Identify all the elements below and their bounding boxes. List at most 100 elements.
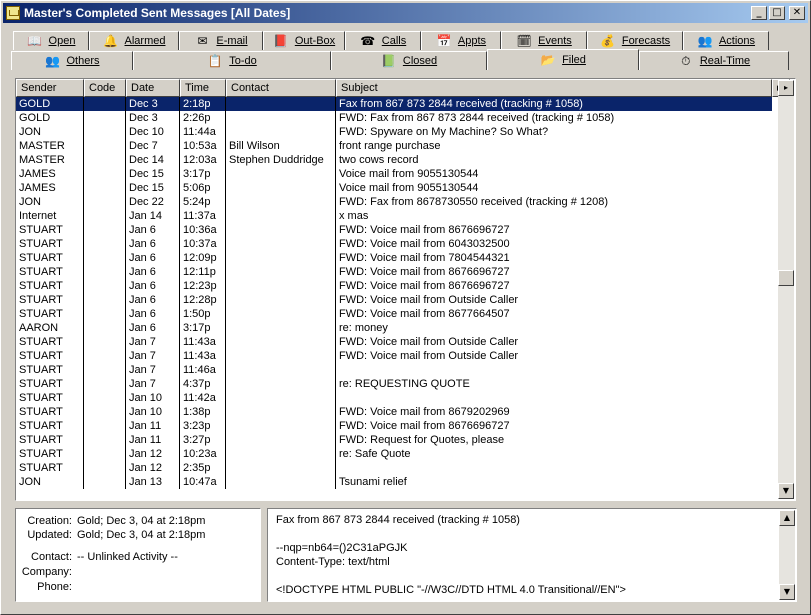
body-scroll-down-button[interactable]: ▼ xyxy=(779,584,795,600)
tab-forecasts[interactable]: 💰 Forecasts xyxy=(587,31,683,50)
tab-closed[interactable]: 📗 Closed xyxy=(331,51,487,70)
table-row[interactable]: GOLD Dec 3 2:26p FWD: Fax from 867 873 2844… xyxy=(16,111,776,125)
cell-date: Jan 7 xyxy=(126,335,180,349)
cell-time: 10:53a xyxy=(180,139,226,153)
table-row[interactable]: STUART Jan 10 11:42a xyxy=(16,391,776,405)
scroll-thumb[interactable] xyxy=(778,270,794,286)
tab-calls[interactable]: ☎ Calls xyxy=(345,31,421,50)
cell-code xyxy=(84,251,126,265)
column-header-subject[interactable]: Subject xyxy=(336,79,772,97)
column-header-date[interactable]: Date xyxy=(126,79,180,97)
table-row[interactable]: STUART Jan 6 12:23p FWD: Voice mail from 86… xyxy=(16,279,776,293)
tab-label: Events xyxy=(538,35,572,47)
title-bar[interactable]: Master's Completed Sent Messages [All Da… xyxy=(3,3,808,23)
table-row[interactable]: JON Dec 10 11:44a FWD: Spyware on My Machin… xyxy=(16,125,776,139)
minimize-button[interactable]: _ xyxy=(751,6,767,20)
tab-open[interactable]: 📖 Open xyxy=(13,31,89,50)
cell-contact xyxy=(226,209,336,223)
table-row[interactable]: STUART Jan 6 10:36a FWD: Voice mail from 86… xyxy=(16,223,776,237)
table-row[interactable]: STUART Jan 12 10:23a re: Safe Quote xyxy=(16,447,776,461)
table-row[interactable]: STUART Jan 6 12:28p FWD: Voice mail from Ou… xyxy=(16,293,776,307)
cell-date: Dec 7 xyxy=(126,139,180,153)
cell-sender: STUART xyxy=(16,405,84,419)
clock-icon: ⏱ xyxy=(681,54,691,68)
contact-value[interactable]: -- Unlinked Activity -- xyxy=(77,551,178,563)
tab-to-do[interactable]: 📋 To-do xyxy=(133,51,331,70)
table-row[interactable]: STUART Jan 12 2:35p xyxy=(16,461,776,475)
window-title: Master's Completed Sent Messages [All Da… xyxy=(24,6,291,20)
cell-code xyxy=(84,125,126,139)
cell-subject: re: REQUESTING QUOTE xyxy=(339,378,470,390)
cell-time: 12:23p xyxy=(180,279,226,293)
table-row[interactable]: STUART Jan 6 12:11p FWD: Voice mail from 86… xyxy=(16,265,776,279)
cell-contact xyxy=(226,181,336,195)
table-row[interactable]: STUART Jan 6 10:37a FWD: Voice mail from 60… xyxy=(16,237,776,251)
cell-subject: FWD: Voice mail from 6043032500 xyxy=(339,238,510,250)
cell-contact xyxy=(226,335,336,349)
body-scroll-up-button[interactable]: ▲ xyxy=(779,510,795,526)
column-header-code[interactable]: Code xyxy=(84,79,126,97)
message-body-panel[interactable]: Fax from 867 873 2844 received (tracking… xyxy=(267,508,797,602)
cell-subject: FWD: Voice mail from 8676696727 xyxy=(339,420,510,432)
cell-sender: Internet xyxy=(16,209,84,223)
table-row[interactable]: STUART Jan 11 3:23p FWD: Voice mail from 86… xyxy=(16,419,776,433)
cell-contact xyxy=(226,349,336,363)
table-row[interactable]: STUART Jan 10 1:38p FWD: Voice mail from 86… xyxy=(16,405,776,419)
table-row[interactable]: JON Dec 22 5:24p FWD: Fax from 8678730550 r… xyxy=(16,195,776,209)
cell-code xyxy=(84,279,126,293)
cell-code xyxy=(84,475,126,489)
tab-out-box[interactable]: 📕 Out-Box xyxy=(263,31,345,50)
tab-e-mail[interactable]: ✉ E-mail xyxy=(179,31,263,50)
tab-real-time[interactable]: ⏱ Real-Time xyxy=(639,51,789,70)
tab-filed[interactable]: 📂 Filed xyxy=(487,49,639,70)
tab-events[interactable]: 🗓 Events xyxy=(501,31,587,50)
table-row[interactable]: STUART Jan 7 11:43a FWD: Voice mail from Ou… xyxy=(16,349,776,363)
cell-contact xyxy=(226,279,336,293)
tab-actions[interactable]: 👥 Actions xyxy=(683,31,769,50)
table-row[interactable]: MASTER Dec 7 10:53a Bill Wilson front range … xyxy=(16,139,776,153)
cell-subject: front range purchase xyxy=(339,140,441,152)
table-row[interactable]: MASTER Dec 14 12:03a Stephen Duddridge two c… xyxy=(16,153,776,167)
table-row[interactable]: JAMES Dec 15 3:17p Voice mail from 90551305… xyxy=(16,167,776,181)
table-row[interactable]: STUART Jan 6 12:09p FWD: Voice mail from 78… xyxy=(16,251,776,265)
cell-contact xyxy=(226,97,336,111)
cell-contact xyxy=(226,111,336,125)
tab-appts[interactable]: 📅 Appts xyxy=(421,31,501,50)
table-row[interactable]: AARON Jan 6 3:17p re: money xyxy=(16,321,776,335)
tab-row-top: 📖 Open 🔔 Alarmed ✉ E-mail 📕 Out-Box ☎ Calls 📅 Appts… xyxy=(13,31,769,51)
table-row[interactable]: JAMES Dec 15 5:06p Voice mail from 90551305… xyxy=(16,181,776,195)
table-row[interactable]: STUART Jan 7 11:46a xyxy=(16,363,776,377)
table-row[interactable]: STUART Jan 7 4:37p re: REQUESTING QUOTE xyxy=(16,377,776,391)
table-row[interactable]: GOLD Dec 3 2:18p Fax from 867 873 2844 rece… xyxy=(16,97,776,111)
cell-date: Jan 11 xyxy=(126,419,180,433)
cell-sender: STUART xyxy=(16,377,84,391)
table-row[interactable]: JON Jan 13 10:47a Tsunami relief xyxy=(16,475,776,489)
cell-date: Jan 10 xyxy=(126,391,180,405)
cell-sender: STUART xyxy=(16,363,84,377)
tab-label: Appts xyxy=(457,35,487,47)
cell-subject: two cows record xyxy=(339,154,419,166)
body-scrollbar[interactable]: ▲ ▼ xyxy=(779,510,795,600)
maximize-button[interactable]: □ xyxy=(769,6,785,20)
column-header-sender[interactable]: Sender xyxy=(16,79,84,97)
table-row[interactable]: STUART Jan 11 3:27p FWD: Request for Quotes… xyxy=(16,433,776,447)
cell-sender: AARON xyxy=(16,321,84,335)
table-row[interactable]: STUART Jan 7 11:43a FWD: Voice mail from Ou… xyxy=(16,335,776,349)
message-rows: GOLD Dec 3 2:18p Fax from 867 873 2844 rece… xyxy=(16,97,776,489)
updated-label: Updated: xyxy=(27,529,72,541)
cell-time: 2:18p xyxy=(180,97,226,111)
table-row[interactable]: STUART Jan 6 1:50p FWD: Voice mail from 867… xyxy=(16,307,776,321)
column-header-time[interactable]: Time xyxy=(180,79,226,97)
cell-contact xyxy=(226,223,336,237)
cell-sender: STUART xyxy=(16,335,84,349)
column-header-contact[interactable]: Contact xyxy=(226,79,336,97)
cell-subject: Fax from 867 873 2844 received (tracking… xyxy=(336,97,772,111)
tab-others[interactable]: 👥 Others xyxy=(11,51,133,70)
cell-code xyxy=(84,349,126,363)
close-button[interactable]: ✕ xyxy=(789,6,805,20)
scroll-down-button[interactable]: ▼ xyxy=(778,483,794,499)
vertical-scrollbar[interactable]: ▸ ▼ xyxy=(778,80,794,499)
table-row[interactable]: Internet Jan 14 11:37a x mas xyxy=(16,209,776,223)
tab-alarmed[interactable]: 🔔 Alarmed xyxy=(89,31,179,50)
scroll-up-button[interactable]: ▸ xyxy=(778,80,794,96)
